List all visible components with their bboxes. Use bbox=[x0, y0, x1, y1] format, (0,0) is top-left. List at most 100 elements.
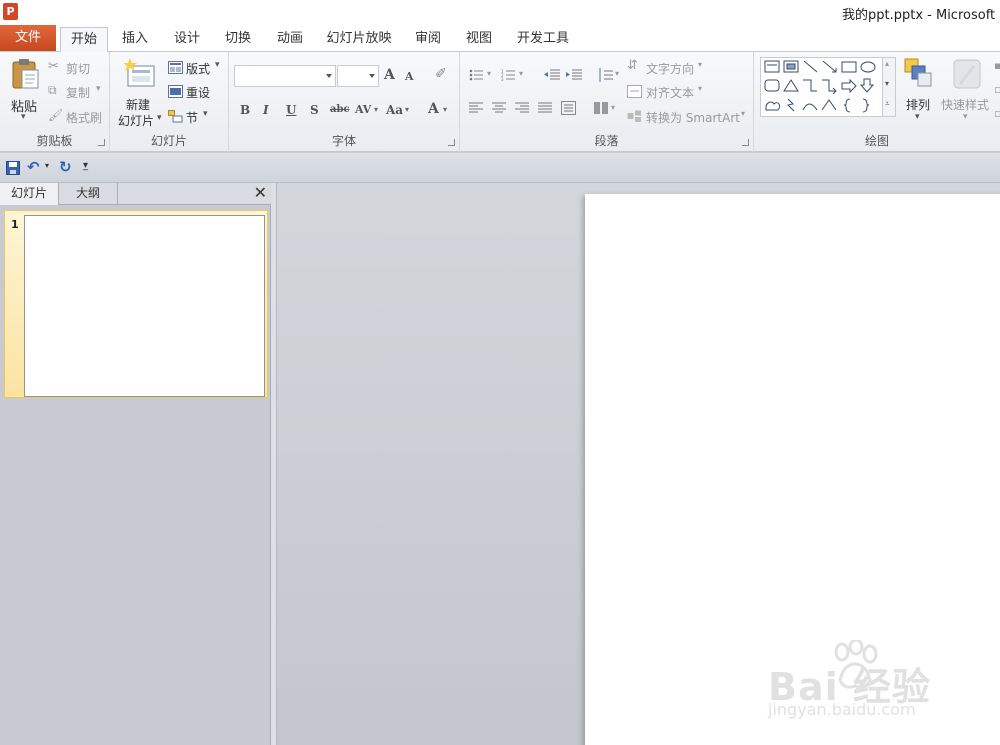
columns-icon[interactable] bbox=[594, 102, 608, 114]
cut-label: 剪切 bbox=[66, 62, 91, 76]
italic-button[interactable]: I bbox=[263, 103, 269, 117]
chevron-down-icon[interactable] bbox=[369, 74, 375, 78]
chevron-down-icon: ▾ bbox=[963, 112, 968, 122]
justify-icon[interactable] bbox=[538, 102, 552, 114]
arrange-button[interactable]: 排列 ▾ bbox=[900, 56, 936, 126]
customize-icon[interactable]: ▾̲ bbox=[83, 160, 88, 171]
align-left-icon[interactable] bbox=[469, 102, 483, 114]
dialog-launcher-icon[interactable] bbox=[742, 139, 749, 146]
chevron-down-icon[interactable]: ▾ bbox=[611, 103, 615, 112]
svg-text:3: 3 bbox=[501, 77, 504, 81]
quick-access-toolbar: ↶ ▾ ↻ ▾̲ bbox=[0, 153, 1000, 183]
ribbon-tab-row: 文件 开始 插入 设计 切换 动画 幻灯片放映 审阅 视图 开发工具 bbox=[0, 24, 1000, 53]
bold-button[interactable]: B bbox=[240, 103, 250, 117]
ribbon: 粘贴 ▾ ✂ 剪切 ⧉ 复制 ▾ 🖌 格式刷 剪贴板 新建 幻灯片 ▾ 版式 ▾… bbox=[0, 52, 1000, 152]
clipboard-paste-icon bbox=[12, 59, 39, 89]
text-direction-button[interactable]: ⇵ 文字方向 ▾ bbox=[627, 58, 717, 77]
group-paragraph: ▾ 123 ▾ ▾ ▾ ⇵ 文字方向 ▾ 对齐文本 ▾ 转换为 SmartArt… bbox=[460, 52, 754, 152]
change-case-button[interactable]: Aa bbox=[386, 103, 403, 117]
chevron-down-icon[interactable]: ▾ bbox=[885, 79, 889, 88]
pane-tabs: 幻灯片 大纲 ✕ bbox=[0, 183, 271, 205]
redo-icon[interactable]: ↻ bbox=[59, 158, 72, 176]
chevron-down-icon[interactable]: ▾ bbox=[443, 105, 447, 114]
font-size-combo[interactable] bbox=[337, 65, 379, 87]
shadow-button[interactable]: S bbox=[310, 103, 319, 117]
window-title: 我的ppt.pptx - Microsoft Po bbox=[842, 8, 1000, 23]
char-spacing-button[interactable]: AV bbox=[355, 103, 371, 116]
tab-developer[interactable]: 开发工具 bbox=[512, 27, 574, 52]
tab-slideshow[interactable]: 幻灯片放映 bbox=[322, 27, 396, 52]
shrink-font-button[interactable]: A bbox=[405, 70, 414, 83]
tab-slides-pane[interactable]: 幻灯片 bbox=[0, 183, 59, 205]
chevron-down-icon[interactable]: ▾ bbox=[405, 105, 409, 114]
dialog-launcher-icon[interactable] bbox=[98, 139, 105, 146]
align-text-button[interactable]: 对齐文本 ▾ bbox=[627, 83, 717, 101]
cut-button[interactable]: ✂ 剪切 bbox=[48, 59, 104, 77]
paste-button[interactable]: 粘贴 ▾ bbox=[6, 56, 44, 122]
tab-transitions[interactable]: 切换 bbox=[216, 27, 260, 52]
increase-indent-icon[interactable] bbox=[566, 69, 582, 81]
copy-label: 复制 bbox=[66, 86, 91, 100]
chevron-down-icon[interactable]: ▾ bbox=[519, 69, 523, 78]
shapes-gallery[interactable]: ▴ ▾ ⩡ bbox=[760, 57, 896, 117]
dialog-launcher-icon[interactable] bbox=[448, 139, 455, 146]
tab-insert[interactable]: 插入 bbox=[113, 27, 157, 52]
line-spacing-icon[interactable] bbox=[597, 68, 613, 82]
font-name-combo[interactable] bbox=[234, 65, 336, 87]
close-icon[interactable]: ✕ bbox=[254, 183, 267, 202]
tab-home[interactable]: 开始 bbox=[60, 27, 108, 53]
group-slides: 新建 幻灯片 ▾ 版式 ▾ 重设 节 ▾ 幻灯片 bbox=[110, 52, 229, 152]
tab-review[interactable]: 审阅 bbox=[406, 27, 450, 52]
chevron-down-icon: ▾ bbox=[915, 112, 920, 122]
align-right-icon[interactable] bbox=[515, 102, 529, 114]
decrease-indent-icon[interactable] bbox=[544, 69, 560, 81]
align-center-icon[interactable] bbox=[492, 102, 506, 114]
more-icon[interactable]: ⩡ bbox=[885, 99, 890, 109]
new-slide-label-line2: 幻灯片 bbox=[118, 114, 155, 128]
grow-font-button[interactable]: A bbox=[384, 67, 395, 83]
slide-thumbnail-selected[interactable]: 1 bbox=[4, 210, 268, 398]
section-button[interactable]: 节 ▾ bbox=[168, 108, 218, 126]
slide-thumbnail[interactable] bbox=[24, 215, 265, 397]
format-painter-button[interactable]: 🖌 格式刷 bbox=[48, 108, 106, 126]
gallery-scroll[interactable]: ▴ ▾ ⩡ bbox=[882, 58, 895, 116]
reset-label: 重设 bbox=[186, 86, 211, 100]
convert-smartart-button[interactable]: 转换为 SmartArt ▾ bbox=[627, 108, 751, 126]
strikethrough-button[interactable]: abc bbox=[330, 104, 350, 115]
chevron-down-icon: ▾ bbox=[741, 109, 746, 118]
tab-outline-pane[interactable]: 大纲 bbox=[59, 183, 118, 205]
numbering-icon[interactable]: 123 bbox=[501, 69, 515, 81]
reset-button[interactable]: 重设 bbox=[168, 83, 218, 101]
quick-styles-button[interactable]: 快速样式 ▾ bbox=[940, 56, 992, 126]
save-icon[interactable] bbox=[6, 161, 20, 175]
tab-file[interactable]: 文件 bbox=[0, 25, 56, 51]
clear-formatting-icon[interactable]: ✐ bbox=[435, 66, 447, 82]
tab-view[interactable]: 视图 bbox=[457, 27, 501, 52]
layout-button[interactable]: 版式 ▾ bbox=[168, 59, 226, 77]
undo-icon[interactable]: ↶ bbox=[27, 158, 40, 176]
tab-design[interactable]: 设计 bbox=[165, 27, 209, 52]
copy-button[interactable]: ⧉ 复制 ▾ bbox=[48, 83, 108, 101]
slide-number: 1 bbox=[11, 218, 19, 231]
arrange-label: 排列 bbox=[906, 98, 931, 112]
font-color-button[interactable]: A bbox=[428, 101, 439, 117]
group-label-slides: 幻灯片 bbox=[150, 134, 187, 148]
chevron-down-icon[interactable]: ▾ bbox=[615, 69, 619, 78]
copy-icon: ⧉ bbox=[48, 83, 57, 97]
shape-fill-partial[interactable]: ▪ ▫ ▫ bbox=[994, 59, 1000, 120]
new-slide-icon bbox=[124, 58, 155, 87]
group-label-drawing: 绘图 bbox=[864, 134, 889, 148]
chevron-down-icon[interactable] bbox=[326, 74, 332, 78]
chevron-down-icon[interactable]: ▾ bbox=[487, 69, 491, 78]
chevron-down-icon[interactable]: ▾ bbox=[374, 105, 378, 114]
chevron-down-icon[interactable]: ▾ bbox=[45, 161, 49, 170]
new-slide-button[interactable]: 新建 幻灯片 ▾ bbox=[116, 56, 164, 128]
powerpoint-app-icon[interactable]: P bbox=[3, 3, 18, 20]
tab-animations[interactable]: 动画 bbox=[268, 27, 312, 52]
bullets-icon[interactable] bbox=[469, 69, 483, 81]
chevron-up-icon[interactable]: ▴ bbox=[885, 59, 889, 68]
chevron-down-icon: ▾ bbox=[698, 84, 703, 93]
distribute-icon[interactable] bbox=[561, 101, 576, 115]
underline-button[interactable]: U bbox=[286, 103, 296, 117]
watermark-url: jingyan.baidu.com bbox=[768, 700, 916, 719]
